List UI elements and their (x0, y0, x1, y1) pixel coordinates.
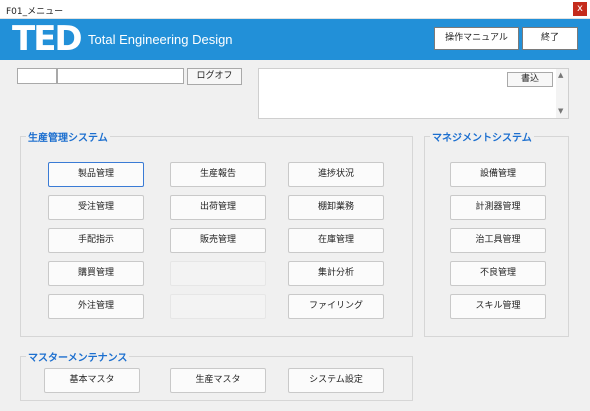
user-code-field[interactable] (17, 68, 57, 84)
empty-button-slot (170, 261, 266, 286)
outsourcing-management-button[interactable]: 外注管理 (48, 294, 144, 319)
write-button[interactable]: 書込 (507, 72, 553, 87)
filing-button[interactable]: ファイリング (288, 294, 384, 319)
purchase-management-button[interactable]: 購買管理 (48, 261, 144, 286)
user-name-field[interactable] (57, 68, 184, 84)
manual-button[interactable]: 操作マニュアル (434, 27, 519, 50)
close-button[interactable]: x (573, 2, 587, 16)
app-header: TED Total Engineering Design 操作マニュアル 終了 (0, 19, 590, 60)
memo-scrollbar[interactable]: ▲ ▼ (556, 69, 568, 118)
title-bar: F01_メニュー x (0, 0, 590, 19)
shipping-management-button[interactable]: 出荷管理 (170, 195, 266, 220)
window-title: F01_メニュー (6, 7, 64, 17)
master-maintenance-title: マスターメンテナンス (26, 349, 130, 364)
empty-button-slot (170, 294, 266, 319)
instrument-management-button[interactable]: 計測器管理 (450, 195, 546, 220)
logoff-button[interactable]: ログオフ (187, 68, 242, 85)
production-report-button[interactable]: 生産報告 (170, 162, 266, 187)
equipment-management-button[interactable]: 設備管理 (450, 162, 546, 187)
production-system-title: 生産管理システム (26, 129, 110, 144)
exit-button[interactable]: 終了 (522, 27, 578, 50)
skill-management-button[interactable]: スキル管理 (450, 294, 546, 319)
order-management-button[interactable]: 受注管理 (48, 195, 144, 220)
app-tagline: Total Engineering Design (88, 32, 233, 47)
stock-management-button[interactable]: 在庫管理 (288, 228, 384, 253)
management-system-title: マネジメントシステム (430, 129, 534, 144)
aggregate-analysis-button[interactable]: 集計分析 (288, 261, 384, 286)
inventory-count-button[interactable]: 棚卸業務 (288, 195, 384, 220)
jig-tool-management-button[interactable]: 治工具管理 (450, 228, 546, 253)
product-management-button[interactable]: 製品管理 (48, 162, 144, 187)
ted-logo: TED (12, 19, 83, 59)
memo-area[interactable]: 書込 ▲ ▼ (258, 68, 569, 119)
progress-status-button[interactable]: 進捗状況 (288, 162, 384, 187)
arrangement-instruction-button[interactable]: 手配指示 (48, 228, 144, 253)
scroll-down-icon[interactable]: ▼ (558, 107, 563, 115)
production-master-button[interactable]: 生産マスタ (170, 368, 266, 393)
sales-management-button[interactable]: 販売管理 (170, 228, 266, 253)
defect-management-button[interactable]: 不良管理 (450, 261, 546, 286)
system-settings-button[interactable]: システム設定 (288, 368, 384, 393)
basic-master-button[interactable]: 基本マスタ (44, 368, 140, 393)
scroll-up-icon[interactable]: ▲ (558, 71, 563, 79)
